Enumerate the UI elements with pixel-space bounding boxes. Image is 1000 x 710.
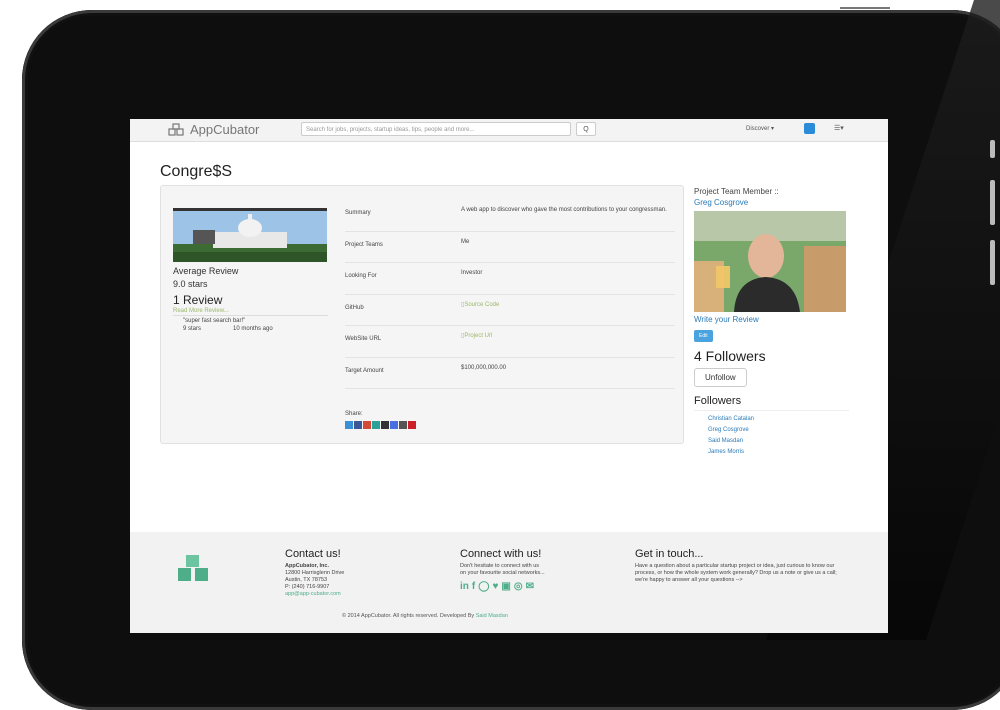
average-review-value: 9.0 stars (173, 279, 208, 289)
footer-connect: Connect with us! Don't hesitate to conne… (460, 548, 610, 592)
connect-title: Connect with us! (460, 548, 542, 560)
share-icons (345, 421, 416, 429)
source-code-link[interactable]: ▯Source Code (461, 301, 671, 309)
facebook-icon[interactable]: f (472, 581, 475, 592)
source-code-label: Source Code (464, 301, 500, 308)
share-icon[interactable] (363, 421, 371, 429)
discover-dropdown[interactable]: Discover ▾ (746, 125, 774, 132)
review-time: 10 months ago (233, 326, 273, 332)
share-icon[interactable] (390, 421, 398, 429)
followers-heading: Followers (694, 395, 849, 411)
project-image (173, 208, 327, 262)
tablet-volume-button (990, 180, 995, 225)
footer-contact: Contact us! AppCubator, Inc. 12800 Harri… (285, 548, 435, 598)
tablet-volume-button (990, 240, 995, 285)
field-label: Project Teams (345, 241, 383, 248)
review-quote: "super fast search bar!" (183, 318, 246, 324)
brand-logo[interactable]: AppCubator (168, 122, 259, 137)
social-icons: in f ◯ ♥ ▣ ◎ ✉ (460, 581, 610, 592)
share-icon[interactable] (381, 421, 389, 429)
field-label: Looking For (345, 273, 377, 279)
project-details-panel: Average Review 9.0 stars 1 Review Read M… (160, 185, 684, 444)
contact-company: AppCubator, Inc. (285, 563, 329, 569)
unfollow-button[interactable]: Unfollow (694, 368, 747, 387)
share-icon[interactable] (354, 421, 362, 429)
field-row-target: Target Amount $100,000,000.00 (345, 358, 675, 389)
field-label: WebSite URL (345, 336, 382, 342)
project-fields: Summary A web app to discover who gave t… (345, 200, 675, 389)
member-photo (694, 211, 846, 312)
follower-link[interactable]: Christian Catalan (708, 416, 864, 422)
review-count: 1 Review (173, 293, 223, 307)
average-review-label: Average Review (173, 266, 239, 276)
footer-touch: Get in touch... Have a question about a … (635, 548, 850, 584)
share-icon[interactable] (372, 421, 380, 429)
sidebar: Project Team Member :: Greg Cosgrove Wri… (694, 187, 864, 455)
search-input[interactable]: Search for jobs, projects, startup ideas… (301, 122, 571, 136)
cubes-logo-icon (168, 122, 184, 136)
youtube-icon[interactable]: ▣ (501, 581, 510, 592)
copyright-text: © 2014 AppCubator. All rights reserved. … (342, 613, 475, 619)
field-value: Investor (461, 270, 483, 276)
review-stars: 9 stars (183, 326, 202, 332)
field-row-github: GitHub ▯Source Code (345, 295, 675, 326)
share-icon[interactable] (399, 421, 407, 429)
read-more-link[interactable]: Read More Review... (173, 308, 328, 316)
project-url-link[interactable]: ▯Project Url (461, 332, 671, 340)
copyright: © 2014 AppCubator. All rights reserved. … (342, 613, 508, 619)
field-label: Target Amount (345, 367, 384, 374)
search-button[interactable]: Q (576, 122, 596, 136)
field-row-summary: Summary A web app to discover who gave t… (345, 200, 675, 232)
field-label: Summary (345, 210, 371, 216)
touch-text: Have a question about a particular start… (635, 563, 837, 583)
tablet-top-button (840, 7, 890, 9)
edit-button[interactable]: Edit (694, 330, 713, 342)
footer: Contact us! AppCubator, Inc. 12800 Harri… (130, 532, 888, 633)
connect-text1: Don't hesitate to connect with us (460, 563, 540, 569)
linkedin-icon[interactable]: in (460, 581, 469, 592)
follower-link[interactable]: Greg Cosgrove (708, 427, 864, 433)
touch-title: Get in touch... (635, 548, 704, 560)
member-name-link[interactable]: Greg Cosgrove (694, 198, 864, 207)
email-icon[interactable]: ✉ (526, 581, 534, 592)
write-review-link[interactable]: Write your Review (694, 315, 864, 324)
field-label: GitHub (345, 304, 364, 311)
navbar: AppCubator Search for jobs, projects, st… (130, 119, 888, 142)
field-value: A web app to discover who gave the most … (461, 207, 667, 213)
project-url-label: Project Url (464, 333, 493, 339)
dribbble-icon[interactable]: ◎ (514, 581, 523, 592)
share-icon[interactable] (345, 421, 353, 429)
contact-phone: P: (240) 716-9907 (285, 584, 330, 590)
field-value: Me (461, 238, 470, 245)
member-label: Project Team Member :: (694, 187, 779, 196)
follower-link[interactable]: Said Masdan (708, 438, 864, 444)
author-link[interactable]: Said Masdan (476, 613, 508, 619)
brand-name: AppCubator (190, 122, 260, 137)
share-icon[interactable] (408, 421, 416, 429)
contact-email-link[interactable]: app@app-cubator.com (285, 591, 435, 598)
twitter-icon[interactable]: ♥ (492, 581, 498, 592)
footer-cubes-logo-icon (178, 555, 208, 581)
contact-title: Contact us! (285, 548, 341, 560)
tablet-side-button (990, 140, 995, 158)
contact-address2: Austin, TX 78753 (285, 577, 328, 583)
field-value: $100,000,000.00 (461, 364, 507, 371)
page-title: Congre$S (160, 163, 233, 180)
follower-link[interactable]: James Morris (708, 449, 864, 455)
github-icon[interactable]: ◯ (478, 581, 489, 592)
connect-text2: on your favourite social networks... (460, 570, 545, 576)
screen: AppCubator Search for jobs, projects, st… (130, 119, 888, 633)
followers-count: 4 Followers (694, 348, 766, 364)
share-label: Share: (345, 411, 363, 417)
contact-address1: 12800 Harrisglenn Drive (285, 570, 345, 576)
notification-icon[interactable] (804, 123, 815, 134)
field-row-website: WebSite URL ▯Project Url (345, 326, 675, 358)
field-row-looking-for: Looking For Investor (345, 263, 675, 295)
menu-dropdown-icon[interactable]: ☰▾ (834, 124, 844, 132)
field-row-teams: Project Teams Me (345, 232, 675, 263)
